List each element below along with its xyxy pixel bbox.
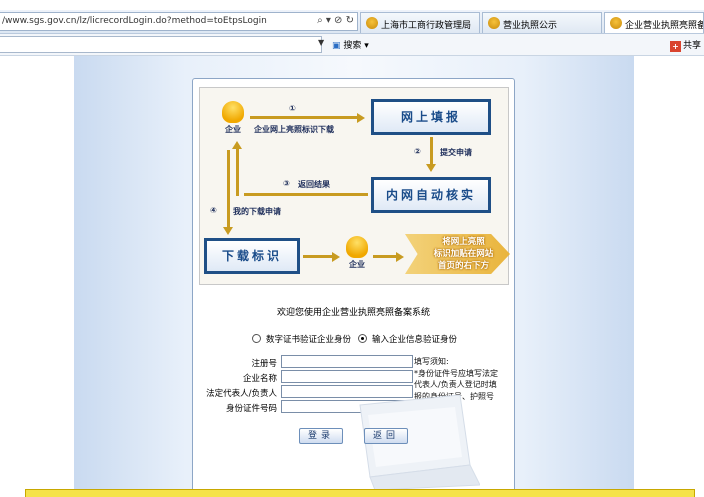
tab-label: 营业执照公示	[503, 21, 558, 31]
enterprise-person-icon	[222, 101, 244, 123]
enterprise-name-input[interactable]	[281, 370, 413, 383]
share-button[interactable]: + 共享	[670, 38, 701, 52]
search-icon: ▣	[332, 41, 341, 51]
share-icon: +	[670, 41, 681, 52]
enterprise-person-icon	[346, 236, 368, 258]
page-margin-right	[634, 56, 704, 497]
browser-toolbar: ▼ ▣ 搜索 ▾ + 共享	[0, 34, 704, 56]
slogan-line2: 标识加贴在网站	[433, 249, 494, 259]
enterprise-label: 企业	[349, 260, 365, 269]
arrow-to-slogan	[373, 255, 397, 258]
arrow-step4-head-icon	[223, 227, 233, 235]
radio-digital-cert-label: 数字证书验证企业身份	[266, 335, 352, 345]
reg-no-input[interactable]	[281, 355, 413, 368]
step3-text: 返回结果	[298, 180, 330, 189]
arrow-step3-head-icon	[232, 141, 242, 149]
radio-digital-cert-control[interactable]	[252, 334, 261, 343]
arrow-to-enterprise-head-icon	[332, 252, 340, 262]
radio-enterprise-info-control[interactable]	[358, 334, 367, 343]
box-download: 下载标识	[204, 238, 300, 274]
step1-text: 企业网上亮照标识下载	[254, 125, 334, 134]
slogan-line3: 首页的右下方	[437, 261, 489, 271]
step3-number: ③	[283, 179, 290, 188]
label-reg-no: 注册号	[251, 359, 277, 369]
tab-sgs-home[interactable]: 上海市工商行政管理局	[360, 12, 480, 33]
label-id-no: 身份证件号码	[225, 404, 277, 414]
browser-search-input[interactable]	[0, 36, 322, 53]
tab-label: 企业营业执照亮照备案	[625, 21, 703, 31]
arrow-step1	[250, 116, 358, 119]
tab-license-filing[interactable]: 企业营业执照亮照备案	[604, 12, 704, 33]
label-legal-rep: 法定代表人/负责人	[206, 389, 277, 399]
share-button-label: 共享	[683, 41, 702, 51]
address-bar[interactable]: /www.sgs.gov.cn/lz/licrecordLogin.do?met…	[0, 12, 358, 31]
bottom-notification-bar	[25, 489, 695, 497]
back-button[interactable]: 返回	[364, 428, 408, 444]
arrow-step2-head-icon	[426, 164, 436, 172]
enterprise-label: 企业	[225, 125, 241, 134]
search-dropdown-icon[interactable]: ▼	[318, 38, 324, 47]
radio-enterprise-info-label: 输入企业信息验证身份	[372, 335, 458, 345]
site-favicon-icon	[366, 17, 378, 29]
slogan-text: 将网上亮照 标识加贴在网站 首页的右下方	[411, 236, 516, 272]
search-button-label: 搜索	[343, 41, 362, 51]
step2-text: 提交申请	[440, 148, 472, 157]
step1-number: ①	[289, 104, 296, 113]
arrow-step3-vertical	[236, 148, 239, 196]
arrow-step1-head-icon	[357, 113, 365, 123]
arrow-to-enterprise	[303, 255, 333, 258]
page-margin-left	[0, 56, 74, 497]
tab-license-publicity[interactable]: 营业执照公示	[482, 12, 602, 33]
radio-enterprise-info[interactable]: 输入企业信息验证身份	[358, 333, 457, 345]
box-online-fill: 网上填报	[371, 99, 491, 135]
box-intranet-verify: 内网自动核实	[371, 177, 491, 213]
radio-digital-cert[interactable]: 数字证书验证企业身份	[252, 333, 351, 345]
step2-number: ②	[414, 147, 421, 156]
site-favicon-icon	[610, 17, 622, 29]
arrow-to-slogan-head-icon	[396, 252, 404, 262]
step4-text: 我的下载申请	[233, 207, 281, 216]
arrow-step2	[430, 137, 433, 165]
step4-number: ④	[210, 206, 217, 215]
enterprise-figure-top: 企业	[219, 101, 247, 135]
login-button[interactable]: 登录	[299, 428, 343, 444]
address-url[interactable]: /www.sgs.gov.cn/lz/licrecordLogin.do?met…	[2, 16, 267, 26]
label-enterprise-name: 企业名称	[242, 374, 277, 384]
site-favicon-icon	[488, 17, 500, 29]
address-bar-icons[interactable]: ⌕ ▾ ⊘ ↻	[317, 15, 354, 26]
address-bar-row: /www.sgs.gov.cn/lz/licrecordLogin.do?met…	[0, 10, 704, 34]
tab-label: 上海市工商行政管理局	[381, 21, 472, 31]
slogan-line1: 将网上亮照	[442, 237, 485, 247]
arrow-step4	[227, 150, 230, 228]
welcome-text: 欢迎您使用企业营业执照亮照备案系统	[276, 308, 430, 318]
fill-instructions-title: 填写须知:	[414, 357, 449, 366]
slogan-arrow: 将网上亮照 标识加贴在网站 首页的右下方	[405, 234, 510, 274]
search-button[interactable]: ▣ 搜索 ▾	[332, 38, 369, 51]
arrow-step3	[244, 193, 368, 196]
enterprise-figure-bottom: 企业	[343, 236, 371, 270]
